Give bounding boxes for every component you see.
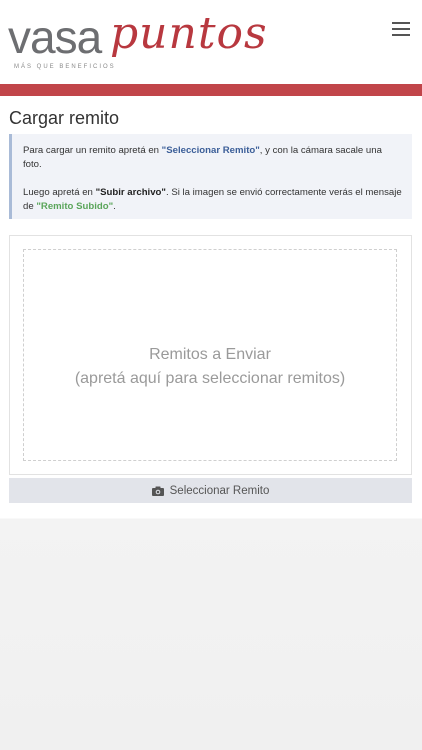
remitos-dropzone[interactable]: Remitos a Enviar (apretá aquí para selec… [23,249,397,461]
logo-text-vasa: vasa [8,11,102,63]
logo-tagline: más que beneficios [14,64,116,70]
hamburger-icon-bar-1 [392,22,410,24]
dropzone-hint: (apretá aquí para seleccionar remitos) [74,370,346,387]
dropzone-container: Remitos a Enviar (apretá aquí para selec… [9,235,412,475]
instructions-text: Luego apretá en [23,187,96,198]
hamburger-icon-bar-3 [392,34,410,36]
select-remito-highlight: "Seleccionar Remito" [161,145,260,156]
instructions-text: . [113,201,116,212]
select-remito-label: Seleccionar Remito [169,484,270,497]
dropzone-title: Remitos a Enviar [149,346,271,363]
vasapuntos-logo[interactable]: vasa puntos más que beneficios [8,10,267,80]
instructions-paragraph-2: Luego apretá en "Subir archivo". Si la i… [23,186,402,214]
remito-uploaded-highlight: "Remito Subido" [36,201,114,212]
instructions-paragraph-1: Para cargar un remito apretá en "Selecci… [23,144,402,172]
instructions-text: Para cargar un remito apretá en [23,145,162,156]
instructions-box: Para cargar un remito apretá en "Selecci… [9,134,412,219]
hamburger-menu-button[interactable] [390,20,414,38]
hamburger-icon-bar-2 [392,28,410,30]
logo-text-puntos: puntos [110,8,268,59]
select-remito-button[interactable]: Seleccionar Remito [9,478,412,503]
camera-icon [151,486,164,496]
brand-divider-bar [0,84,422,96]
app-header: vasa puntos más que beneficios [0,0,422,84]
page-title: Cargar remito [9,108,120,128]
upload-file-highlight: "Subir archivo" [95,187,166,198]
